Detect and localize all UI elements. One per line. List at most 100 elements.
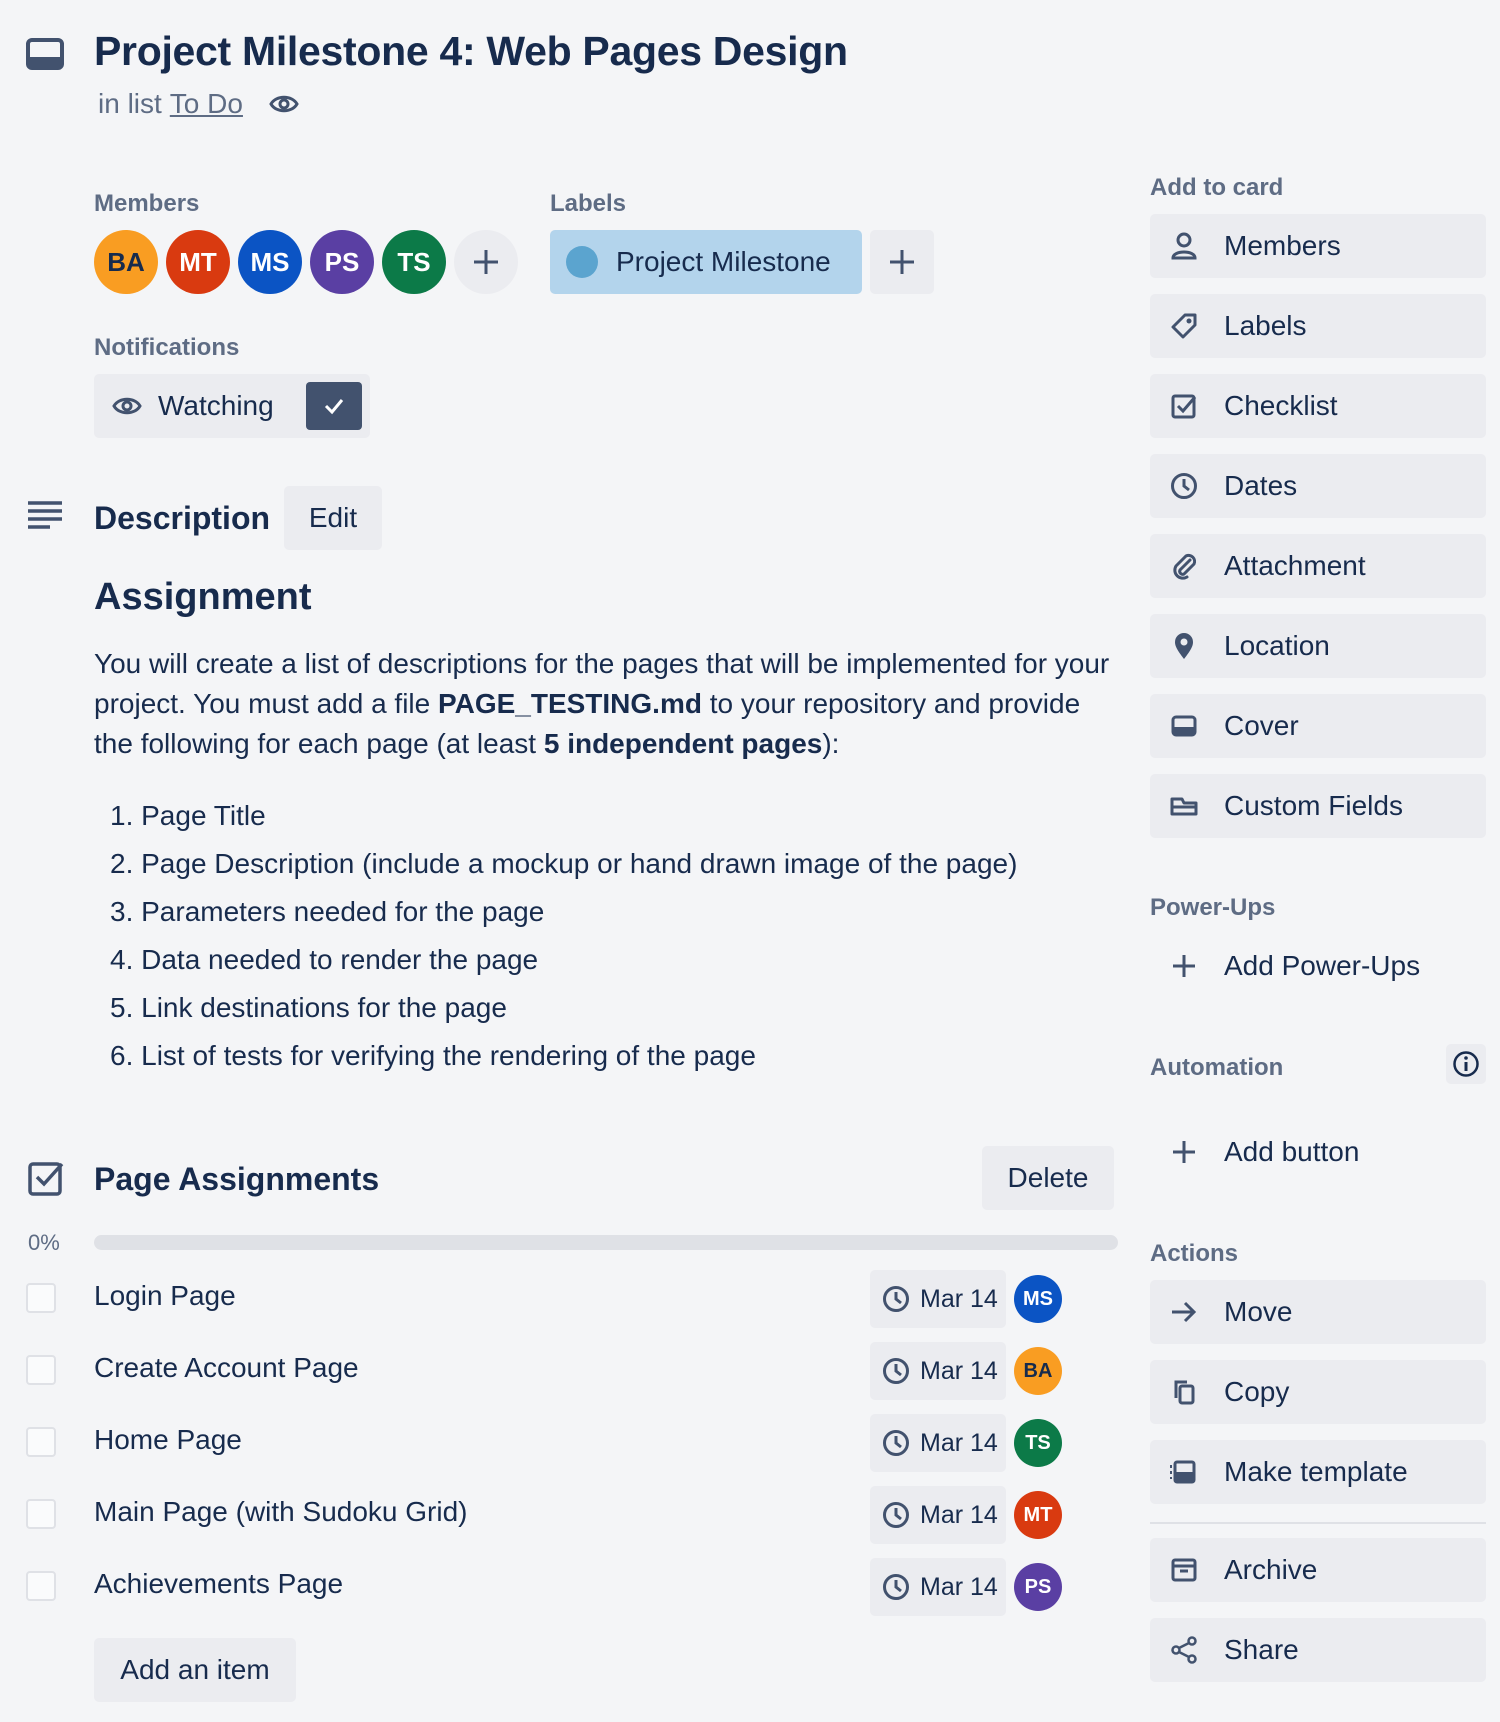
watching-eye-icon bbox=[269, 89, 299, 119]
list-item: 2. Page Description (include a mockup or… bbox=[110, 848, 1018, 879]
assignee-avatar[interactable]: PS bbox=[1014, 1563, 1062, 1611]
actions-label: Actions bbox=[1150, 1240, 1239, 1267]
checklist-checkbox[interactable] bbox=[26, 1427, 56, 1457]
delete-checklist-button[interactable]: Delete bbox=[982, 1146, 1114, 1210]
sidebar-attachment-button[interactable]: Attachment bbox=[1150, 534, 1486, 598]
checklist-item[interactable]: Create Account Page Mar 14 BA bbox=[0, 1342, 1080, 1402]
card-list-info: in list To Do bbox=[98, 88, 299, 120]
checklist-item[interactable]: Login Page Mar 14 MS bbox=[0, 1270, 1080, 1330]
clock-icon bbox=[883, 1502, 909, 1528]
description-paragraph: You will create a list of descriptions f… bbox=[94, 648, 1110, 759]
checklist-checkbox[interactable] bbox=[26, 1283, 56, 1313]
sidebar-copy-button[interactable]: Copy bbox=[1150, 1360, 1486, 1424]
sidebar-share-button[interactable]: Share bbox=[1150, 1618, 1486, 1682]
member-avatar[interactable]: MS bbox=[238, 230, 302, 294]
automation-label: Automation bbox=[1150, 1054, 1284, 1081]
checklist-item-text[interactable]: Home Page bbox=[94, 1424, 242, 1456]
plus-icon bbox=[1170, 1138, 1198, 1166]
checklist-item[interactable]: Achievements Page Mar 14 PS bbox=[0, 1558, 1080, 1618]
add-label-button[interactable] bbox=[870, 230, 934, 294]
checklist-title[interactable]: Page Assignments bbox=[94, 1161, 379, 1198]
share-icon bbox=[1170, 1636, 1198, 1664]
list-item: 1. Page Title bbox=[110, 800, 266, 831]
check-icon bbox=[306, 382, 362, 430]
sidebar-checklist-button[interactable]: Checklist bbox=[1150, 374, 1486, 438]
copy-icon bbox=[1170, 1378, 1198, 1406]
checklist-checkbox[interactable] bbox=[26, 1571, 56, 1601]
pin-icon bbox=[1170, 632, 1198, 660]
description-heading: Assignment bbox=[94, 576, 312, 618]
description-icon bbox=[26, 500, 64, 532]
add-member-button[interactable] bbox=[454, 230, 518, 294]
info-icon[interactable] bbox=[1446, 1044, 1486, 1084]
due-date-button[interactable]: Mar 14 bbox=[870, 1270, 1006, 1328]
member-avatar[interactable]: TS bbox=[382, 230, 446, 294]
member-avatar[interactable]: MT bbox=[166, 230, 230, 294]
notifications-label: Notifications bbox=[94, 334, 240, 361]
checklist-checkbox[interactable] bbox=[26, 1355, 56, 1385]
label-chip[interactable]: Project Milestone bbox=[550, 230, 862, 294]
description-list: 1. Page Title 2. Page Description (inclu… bbox=[110, 796, 1017, 1084]
sidebar-make-template-button[interactable]: Make template bbox=[1150, 1440, 1486, 1504]
assignee-avatar[interactable]: MS bbox=[1014, 1275, 1062, 1323]
member-avatar[interactable]: BA bbox=[94, 230, 158, 294]
eye-icon bbox=[112, 391, 142, 421]
due-date-button[interactable]: Mar 14 bbox=[870, 1558, 1006, 1616]
checklist-progress-text: 0% bbox=[28, 1230, 60, 1255]
paperclip-icon bbox=[1170, 552, 1198, 580]
assignee-avatar[interactable]: MT bbox=[1014, 1491, 1062, 1539]
checklist-item-text[interactable]: Achievements Page bbox=[94, 1568, 343, 1600]
clock-icon bbox=[883, 1430, 909, 1456]
checklist-icon bbox=[28, 1160, 64, 1196]
sidebar-labels-button[interactable]: Labels bbox=[1150, 294, 1486, 358]
watch-label: Watching bbox=[158, 390, 274, 421]
assignee-avatar[interactable]: BA bbox=[1014, 1347, 1062, 1395]
sidebar-location-button[interactable]: Location bbox=[1150, 614, 1486, 678]
clock-icon bbox=[883, 1574, 909, 1600]
plus-icon bbox=[890, 250, 914, 274]
archive-icon bbox=[1170, 1556, 1198, 1584]
description-title: Description bbox=[94, 500, 271, 536]
arrow-right-icon bbox=[1170, 1298, 1198, 1326]
sidebar-archive-button[interactable]: Archive bbox=[1150, 1538, 1486, 1602]
checklist-item-text[interactable]: Login Page bbox=[94, 1280, 236, 1312]
due-date-button[interactable]: Mar 14 bbox=[870, 1486, 1006, 1544]
list-link[interactable]: To Do bbox=[170, 88, 243, 120]
sidebar-dates-button[interactable]: Dates bbox=[1150, 454, 1486, 518]
assignee-avatar[interactable]: TS bbox=[1014, 1419, 1062, 1467]
due-date-button[interactable]: Mar 14 bbox=[870, 1342, 1006, 1400]
plus-icon bbox=[1170, 952, 1198, 980]
watch-button[interactable]: Watching bbox=[94, 374, 370, 438]
card-title[interactable]: Project Milestone 4: Web Pages Design bbox=[94, 28, 848, 75]
card-icon bbox=[26, 38, 66, 72]
edit-description-button[interactable]: Edit bbox=[284, 486, 382, 550]
person-icon bbox=[1170, 232, 1198, 260]
checklist-checkbox[interactable] bbox=[26, 1499, 56, 1529]
due-date-button[interactable]: Mar 14 bbox=[870, 1414, 1006, 1472]
member-avatar[interactable]: PS bbox=[310, 230, 374, 294]
cover-icon bbox=[1170, 712, 1198, 740]
sidebar-custom-fields-button[interactable]: Custom Fields bbox=[1150, 774, 1486, 838]
add-powerups-button[interactable]: Add Power-Ups bbox=[1150, 934, 1486, 998]
add-to-card-label: Add to card bbox=[1150, 174, 1284, 201]
checklist-progress-bar bbox=[94, 1235, 1118, 1250]
labels-label: Labels bbox=[550, 190, 627, 217]
clock-icon bbox=[883, 1286, 909, 1312]
sidebar-cover-button[interactable]: Cover bbox=[1150, 694, 1486, 758]
sidebar-members-button[interactable]: Members bbox=[1150, 214, 1486, 278]
checklist-item[interactable]: Main Page (with Sudoku Grid) Mar 14 MT bbox=[0, 1486, 1080, 1546]
label-color-dot bbox=[566, 246, 598, 278]
checklist-item[interactable]: Home Page Mar 14 TS bbox=[0, 1414, 1080, 1474]
add-checklist-item-button[interactable]: Add an item bbox=[94, 1638, 296, 1702]
checkbox-icon bbox=[1170, 392, 1198, 420]
plus-icon bbox=[474, 250, 498, 274]
clock-icon bbox=[1170, 472, 1198, 500]
sidebar-divider bbox=[1150, 1522, 1486, 1524]
checklist-item-text[interactable]: Main Page (with Sudoku Grid) bbox=[94, 1496, 468, 1528]
list-item: 6. List of tests for verifying the rende… bbox=[110, 1040, 756, 1071]
add-automation-button[interactable]: Add button bbox=[1150, 1120, 1486, 1184]
sidebar-move-button[interactable]: Move bbox=[1150, 1280, 1486, 1344]
template-icon bbox=[1170, 1458, 1198, 1486]
checklist-item-text[interactable]: Create Account Page bbox=[94, 1352, 359, 1384]
list-item: 3. Parameters needed for the page bbox=[110, 896, 545, 927]
